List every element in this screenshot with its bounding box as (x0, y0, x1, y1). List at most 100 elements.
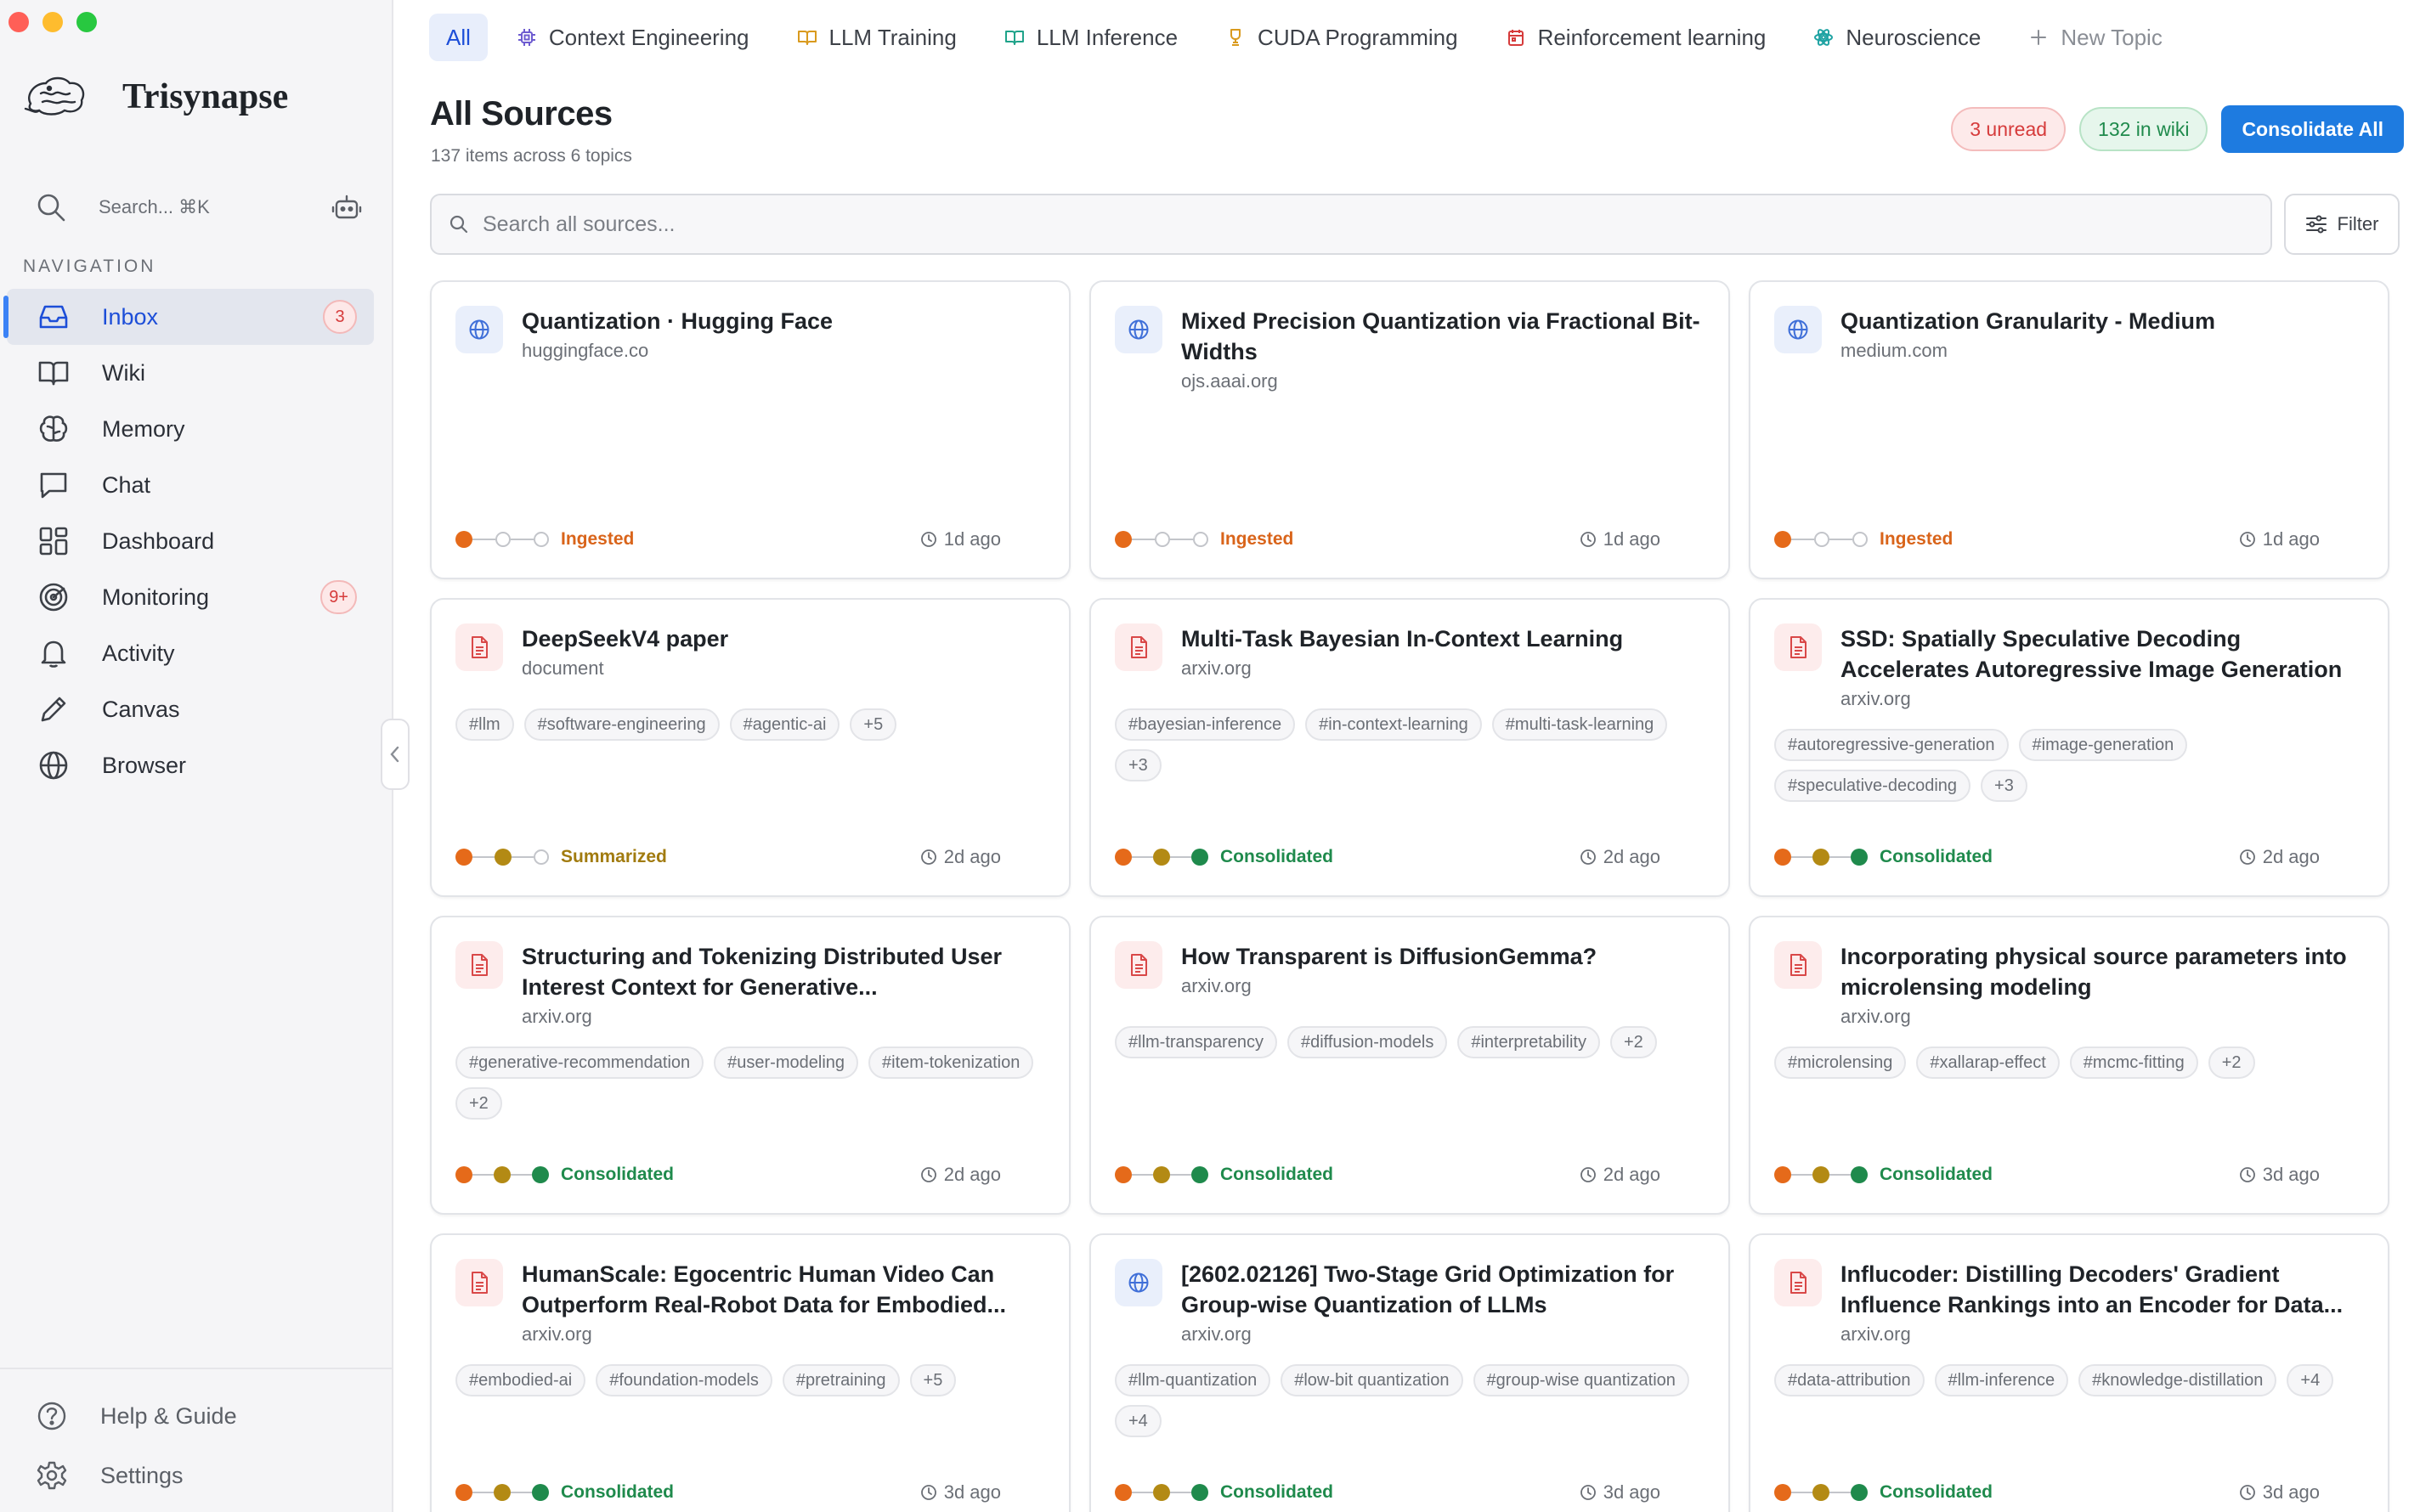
stage-dot (1115, 849, 1132, 866)
bot-icon[interactable] (331, 192, 362, 223)
brand[interactable]: Trisynapse (24, 71, 288, 122)
sidebar-search[interactable]: Search... ⌘K (34, 189, 362, 226)
pipeline-stages (1115, 531, 1208, 548)
unread-badge[interactable]: 3 unread (1951, 107, 2067, 151)
tag[interactable]: #embodied-ai (455, 1364, 586, 1396)
tag[interactable]: #agentic-ai (729, 708, 840, 741)
tab-cuda-programming[interactable]: CUDA Programming (1207, 14, 1477, 61)
tag[interactable]: +4 (2287, 1364, 2334, 1396)
tag[interactable]: #pretraining (782, 1364, 900, 1396)
tag[interactable]: #in-context-learning (1305, 708, 1482, 741)
filter-button[interactable]: Filter (2284, 194, 2400, 255)
maximize-window-button[interactable] (76, 12, 97, 32)
source-card[interactable]: Quantization Granularity - Medium medium… (1749, 280, 2389, 579)
tag[interactable]: +3 (1115, 749, 1162, 781)
tag[interactable]: #llm-transparency (1115, 1026, 1277, 1058)
card-title: HumanScale: Egocentric Human Video Can O… (522, 1261, 1007, 1317)
sources-search-input[interactable] (483, 212, 2182, 237)
book-open-icon (38, 361, 69, 386)
tag[interactable]: #bayesian-inference (1115, 708, 1296, 741)
stage-dot (1812, 849, 1829, 866)
source-card[interactable]: Quantization · Hugging Face huggingface.… (430, 280, 1071, 579)
sidebar-item-dashboard[interactable]: Dashboard (7, 513, 374, 569)
tag[interactable]: #microlensing (1774, 1047, 1907, 1079)
tag[interactable]: #diffusion-models (1286, 1026, 1448, 1058)
stage-dot (455, 1166, 472, 1183)
sidebar-item-wiki[interactable]: Wiki (7, 345, 374, 401)
tag[interactable]: #generative-recommendation (455, 1047, 704, 1079)
card-tags: #autoregressive-generation #image-generat… (1774, 729, 2371, 802)
close-window-button[interactable] (8, 12, 29, 32)
sidebar-item-memory[interactable]: Memory (7, 401, 374, 457)
wiki-count-badge[interactable]: 132 in wiki (2079, 107, 2208, 151)
tag[interactable]: #speculative-decoding (1774, 770, 1971, 802)
source-card[interactable]: Structuring and Tokenizing Distributed U… (430, 916, 1071, 1215)
stage-dot (1153, 1166, 1170, 1183)
tab-neuroscience[interactable]: Neuroscience (1795, 14, 1999, 61)
source-type-icon (455, 623, 503, 671)
tag[interactable]: #foundation-models (596, 1364, 772, 1396)
source-card[interactable]: HumanScale: Egocentric Human Video Can O… (430, 1233, 1071, 1512)
tab-llm-inference[interactable]: LLM Inference (986, 14, 1196, 61)
tag[interactable]: +2 (1609, 1026, 1657, 1058)
collapse-sidebar-button[interactable] (381, 719, 410, 790)
source-card[interactable]: DeepSeekV4 paper document #llm #software-… (430, 598, 1071, 897)
tag[interactable]: #low-bit quantization (1281, 1364, 1463, 1396)
tag[interactable]: #group-wise quantization (1473, 1364, 1689, 1396)
tag[interactable]: #llm (455, 708, 514, 741)
source-card[interactable]: SSD: Spatially Speculative Decoding Acce… (1749, 598, 2389, 897)
minimize-window-button[interactable] (42, 12, 63, 32)
tag[interactable]: #software-engineering (523, 708, 720, 741)
source-card[interactable]: Influcoder: Distilling Decoders' Gradien… (1749, 1233, 2389, 1512)
tab-label: Context Engineering (548, 24, 749, 50)
new-topic-button[interactable]: New Topic (2010, 14, 2180, 61)
card-body: Structuring and Tokenizing Distributed U… (522, 941, 1049, 1028)
tag[interactable]: #xallarap-effect (1916, 1047, 2060, 1079)
source-card[interactable]: Multi-Task Bayesian In-Context Learning … (1089, 598, 1730, 897)
sidebar-item-browser[interactable]: Browser (7, 737, 374, 793)
sidebar-item-activity[interactable]: Activity (7, 625, 374, 681)
radar-icon (39, 583, 68, 612)
tag[interactable]: #image-generation (2018, 729, 2188, 761)
sidebar-item-inbox[interactable]: Inbox 3 (3, 289, 374, 345)
card-title: Quantization Granularity - Medium (1840, 308, 2216, 334)
sidebar-item-monitoring[interactable]: Monitoring 9+ (7, 569, 374, 625)
tag[interactable]: +5 (850, 708, 897, 741)
tab-all[interactable]: All (429, 14, 488, 61)
tag[interactable]: +3 (1981, 770, 2027, 802)
tag[interactable]: #user-modeling (714, 1047, 859, 1079)
tag[interactable]: #interpretability (1457, 1026, 1600, 1058)
tag[interactable]: #data-attribution (1774, 1364, 1925, 1396)
source-card[interactable]: Mixed Precision Quantization via Fractio… (1089, 280, 1730, 579)
clock-icon (2239, 532, 2255, 547)
source-card[interactable]: [2602.02126] Two-Stage Grid Optimization… (1089, 1233, 1730, 1512)
card-status: Summarized (561, 847, 667, 866)
tag[interactable]: +5 (909, 1364, 957, 1396)
card-body: Mixed Precision Quantization via Fractio… (1181, 306, 1708, 392)
tag[interactable]: +2 (2208, 1047, 2255, 1079)
monitoring-count-badge: 9+ (320, 580, 357, 614)
sidebar: Trisynapse Search... ⌘K NAVIGATION Inbox… (0, 0, 393, 1512)
sidebar-item-help[interactable]: Help & Guide (36, 1400, 237, 1432)
sidebar-item-chat[interactable]: Chat (7, 457, 374, 513)
tag[interactable]: +4 (1115, 1405, 1162, 1437)
tag[interactable]: #autoregressive-generation (1774, 729, 2009, 761)
tag[interactable]: #llm-inference (1934, 1364, 2069, 1396)
tab-llm-training[interactable]: LLM Training (778, 14, 975, 61)
stage-connector (472, 539, 495, 540)
consolidate-all-button[interactable]: Consolidate All (2221, 105, 2404, 153)
sidebar-item-canvas[interactable]: Canvas (7, 681, 374, 737)
tag[interactable]: #mcmc-fitting (2069, 1047, 2198, 1079)
tag[interactable]: #multi-task-learning (1491, 708, 1668, 741)
tag[interactable]: #item-tokenization (868, 1047, 1034, 1079)
source-card[interactable]: Incorporating physical source parameters… (1749, 916, 2389, 1215)
stage-connector (511, 1492, 532, 1493)
document-icon (1790, 636, 1807, 658)
tab-context-engineering[interactable]: Context Engineering (498, 14, 768, 61)
tag[interactable]: +2 (455, 1087, 502, 1120)
tag[interactable]: #llm-quantization (1115, 1364, 1271, 1396)
sidebar-item-settings[interactable]: Settings (36, 1459, 184, 1492)
source-card[interactable]: How Transparent is DiffusionGemma? arxiv… (1089, 916, 1730, 1215)
tag[interactable]: #knowledge-distillation (2078, 1364, 2277, 1396)
tab-reinforcement-learning[interactable]: Reinforcement learning (1487, 14, 1785, 61)
